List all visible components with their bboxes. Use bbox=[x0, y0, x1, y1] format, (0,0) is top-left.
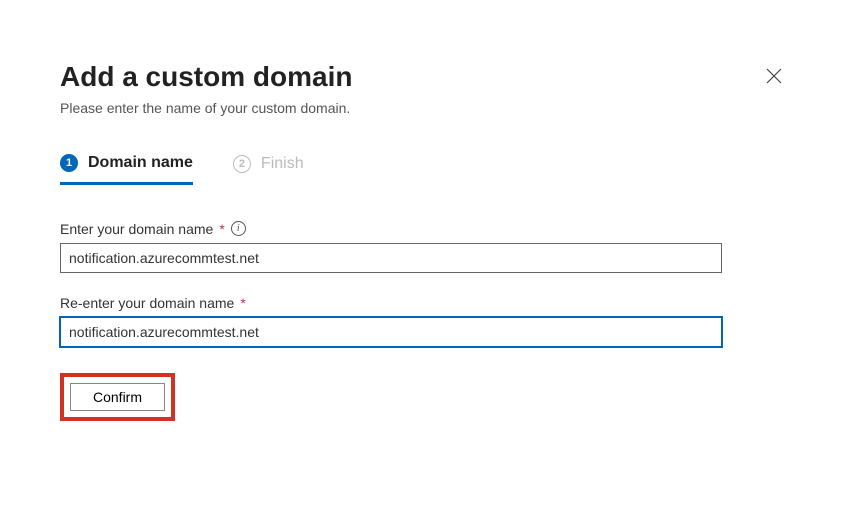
confirm-highlight-box: Confirm bbox=[60, 373, 175, 421]
page-subtitle: Please enter the name of your custom dom… bbox=[60, 100, 352, 116]
close-icon[interactable] bbox=[766, 68, 782, 84]
step-label-1: Domain name bbox=[88, 154, 193, 172]
step-badge-1: 1 bbox=[60, 154, 78, 172]
page-title: Add a custom domain bbox=[60, 60, 352, 94]
info-icon[interactable]: i bbox=[231, 221, 246, 236]
reenter-domain-label: Re-enter your domain name bbox=[60, 295, 234, 311]
step-domain-name[interactable]: 1 Domain name bbox=[60, 154, 193, 185]
step-badge-2: 2 bbox=[233, 155, 251, 173]
domain-name-input[interactable] bbox=[60, 243, 722, 273]
required-indicator: * bbox=[219, 221, 224, 237]
required-indicator: * bbox=[240, 295, 245, 311]
wizard-steps: 1 Domain name 2 Finish bbox=[60, 154, 782, 185]
confirm-button[interactable]: Confirm bbox=[70, 383, 165, 411]
domain-name-label: Enter your domain name bbox=[60, 221, 213, 237]
step-finish[interactable]: 2 Finish bbox=[233, 154, 304, 185]
reenter-domain-input[interactable] bbox=[60, 317, 722, 347]
step-label-2: Finish bbox=[261, 155, 304, 173]
